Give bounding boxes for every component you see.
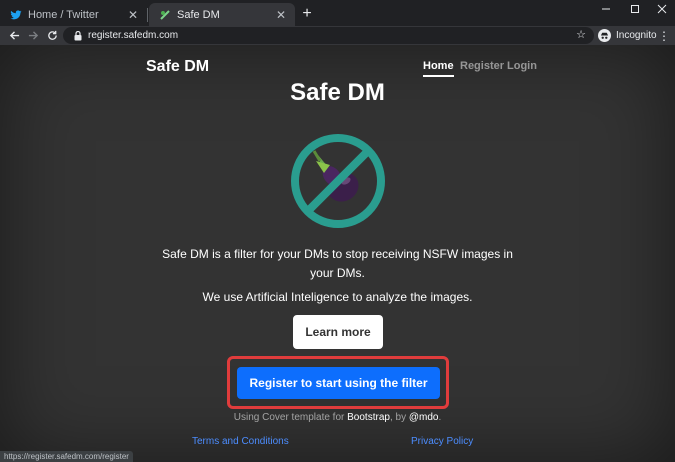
nav-login[interactable]: Login xyxy=(507,60,537,72)
new-tab-button[interactable]: + xyxy=(298,5,316,23)
privacy-link[interactable]: Privacy Policy xyxy=(411,436,473,447)
safedm-icon xyxy=(159,9,171,21)
terms-link[interactable]: Terms and Conditions xyxy=(192,436,289,447)
url-text: register.safedm.com xyxy=(88,30,179,41)
twitter-bird-icon xyxy=(10,9,22,21)
close-window-icon[interactable] xyxy=(648,0,675,18)
lock-icon xyxy=(73,30,83,41)
menu-kebab-icon[interactable]: ⋮ xyxy=(658,27,670,44)
incognito-indicator[interactable]: Incognito xyxy=(598,27,657,44)
close-icon[interactable]: ✕ xyxy=(125,7,141,23)
no-eggplant-icon xyxy=(288,131,388,231)
page-content: Safe DM Home Register Login Safe DM Safe… xyxy=(0,45,675,462)
credit-by: , by xyxy=(389,412,409,423)
nav-register[interactable]: Register xyxy=(460,60,504,72)
maximize-icon[interactable] xyxy=(621,0,649,18)
status-bar-url: https://register.safedm.com/register xyxy=(0,451,133,462)
tab-title: Safe DM xyxy=(177,8,220,21)
mdo-link[interactable]: @mdo xyxy=(409,412,439,423)
address-bar[interactable]: register.safedm.com ☆ xyxy=(63,27,594,44)
tab-title: Home / Twitter xyxy=(28,8,99,21)
reload-icon[interactable] xyxy=(44,27,60,43)
nav-home[interactable]: Home xyxy=(423,60,454,77)
incognito-label: Incognito xyxy=(616,30,657,41)
browser-toolbar: register.safedm.com ☆ Incognito ⋮ xyxy=(0,26,675,45)
minimize-icon[interactable] xyxy=(592,0,620,18)
lead-description: Safe DM is a filter for your DMs to stop… xyxy=(162,247,513,280)
page-title: Safe DM xyxy=(290,79,385,106)
tab-twitter[interactable]: Home / Twitter ✕ xyxy=(0,3,147,26)
tab-safedm[interactable]: Safe DM ✕ xyxy=(149,3,295,26)
forward-arrow-icon[interactable] xyxy=(25,27,41,43)
site-brand[interactable]: Safe DM xyxy=(146,58,209,76)
credit-prefix: Using Cover template for xyxy=(233,412,348,423)
tab-strip: Home / Twitter ✕ Safe DM ✕ + xyxy=(0,0,675,26)
learn-more-button[interactable]: Learn more xyxy=(293,315,383,349)
tab-separator xyxy=(147,8,148,22)
credit-suffix: . xyxy=(438,412,442,423)
back-arrow-icon[interactable] xyxy=(6,27,22,43)
bootstrap-link[interactable]: Bootstrap xyxy=(347,412,390,423)
close-icon[interactable]: ✕ xyxy=(273,7,289,23)
template-credit: Using Cover template for Bootstrap, by @… xyxy=(0,412,675,423)
bookmark-star-icon[interactable]: ☆ xyxy=(576,28,586,41)
register-button[interactable]: Register to start using the filter xyxy=(237,367,440,399)
ai-description: We use Artificial Inteligence to analyze… xyxy=(202,290,473,304)
incognito-icon xyxy=(598,29,611,42)
